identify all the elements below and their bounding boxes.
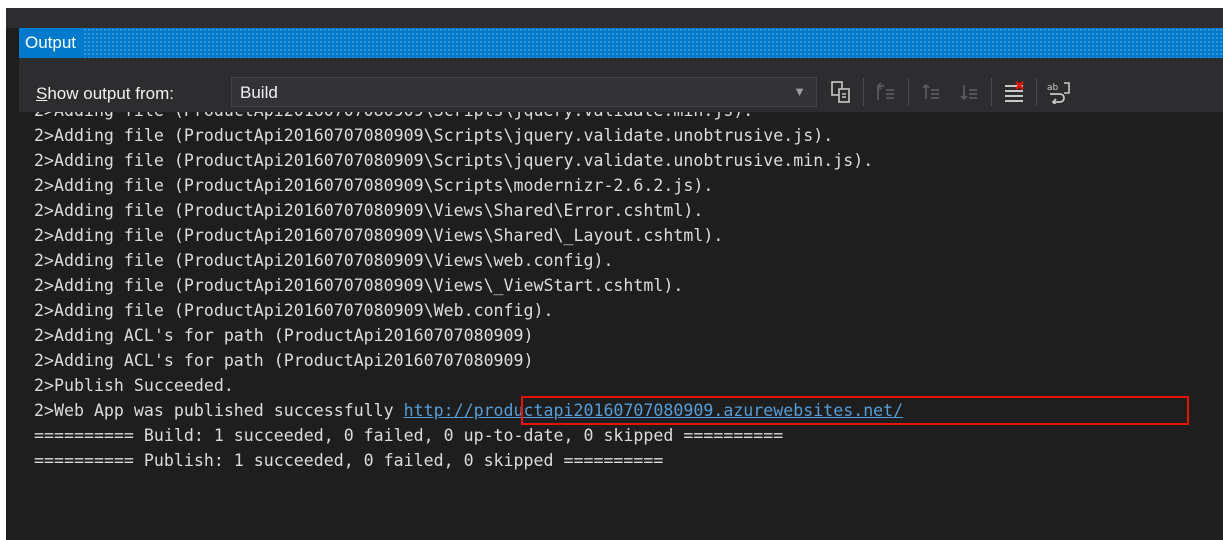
output-line: 2>Adding file (ProductApi20160707080909\… bbox=[34, 151, 874, 170]
toolbar-icon-group: ab bbox=[822, 75, 1078, 109]
toolbar-separator bbox=[863, 78, 864, 106]
output-source-value: Build bbox=[240, 83, 278, 102]
published-message: 2>Web App was published successfully bbox=[34, 401, 404, 420]
build-summary-line: ========== Build: 1 succeeded, 0 failed,… bbox=[34, 426, 784, 445]
clear-all-icon[interactable] bbox=[995, 75, 1033, 109]
output-line: 2>Adding ACL's for path (ProductApi20160… bbox=[34, 326, 534, 345]
go-to-message-icon[interactable] bbox=[950, 75, 988, 109]
output-line: 2>Adding file (ProductApi20160707080909\… bbox=[34, 276, 684, 295]
window-top-strip bbox=[6, 8, 1223, 28]
output-title-bar[interactable]: Output bbox=[19, 28, 1223, 58]
show-output-from-label: Show output from: bbox=[36, 84, 174, 104]
output-line-partial: 2>Adding file (ProductApi20160707080909\… bbox=[34, 112, 753, 123]
panel-title: Output bbox=[19, 28, 85, 58]
output-window: Output Show output from: Build ▼ ab 2>Ad… bbox=[6, 8, 1223, 540]
output-line: 2>Adding ACL's for path (ProductApi20160… bbox=[34, 351, 534, 370]
output-line: 2>Adding file (ProductApi20160707080909\… bbox=[34, 226, 724, 245]
output-line: 2>Adding file (ProductApi20160707080909\… bbox=[34, 176, 714, 195]
show-label-accesskey: S bbox=[36, 84, 48, 103]
next-message-icon[interactable] bbox=[912, 75, 950, 109]
output-line: 2>Adding file (ProductApi20160707080909\… bbox=[34, 126, 834, 145]
toolbar-separator bbox=[991, 78, 992, 106]
url-highlight-box bbox=[521, 396, 1189, 425]
output-line: 2>Publish Succeeded. bbox=[34, 376, 234, 395]
toolbar-separator bbox=[1036, 78, 1037, 106]
svg-text:ab: ab bbox=[1047, 83, 1059, 93]
output-line: 2>Adding file (ProductApi20160707080909\… bbox=[34, 301, 554, 320]
toolbar-separator bbox=[908, 78, 909, 106]
output-text-area[interactable]: 2>Adding file (ProductApi20160707080909\… bbox=[19, 112, 1223, 540]
publish-summary-line: ========== Publish: 1 succeeded, 0 faile… bbox=[34, 451, 664, 470]
prev-message-icon[interactable] bbox=[867, 75, 905, 109]
find-message-icon[interactable] bbox=[822, 75, 860, 109]
word-wrap-icon[interactable]: ab bbox=[1040, 75, 1078, 109]
output-line: 2>Adding file (ProductApi20160707080909\… bbox=[34, 251, 614, 270]
output-source-dropdown[interactable]: Build ▼ bbox=[231, 77, 817, 107]
output-toolbar: Show output from: Build ▼ ab bbox=[19, 58, 1223, 112]
show-label-text: how output from: bbox=[47, 84, 174, 103]
chevron-down-icon: ▼ bbox=[793, 84, 806, 99]
output-line: 2>Adding file (ProductApi20160707080909\… bbox=[34, 201, 704, 220]
